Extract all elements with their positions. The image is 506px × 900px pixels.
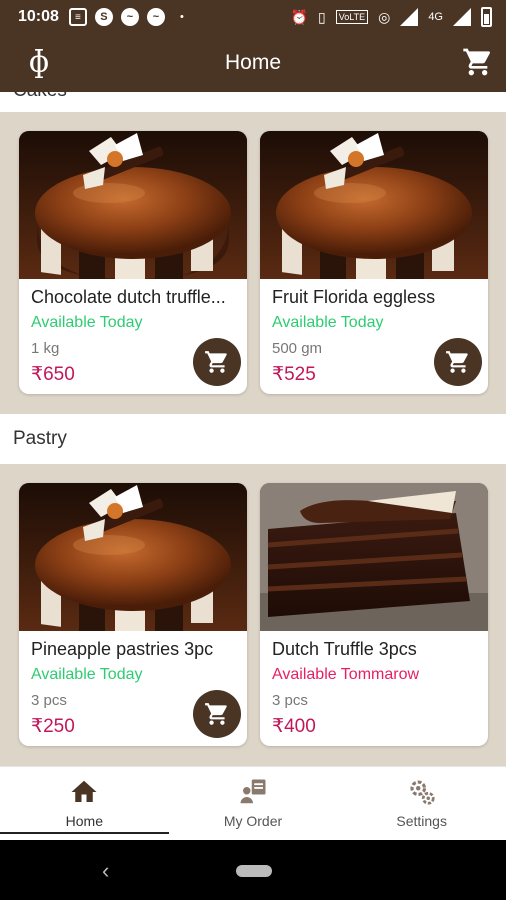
nav-label: Home	[65, 813, 104, 829]
hotspot-icon: ◎	[378, 8, 391, 25]
status-time: 10:08	[18, 8, 59, 25]
availability-label: Available Today	[31, 666, 143, 683]
notification-icon: ≡	[68, 8, 87, 26]
add-to-cart-button[interactable]	[193, 690, 241, 738]
availability-label: Available Tommarow	[272, 666, 420, 683]
section-label: Cakes	[13, 92, 67, 101]
quantity-label: 3 pcs	[31, 692, 67, 709]
status-bar: 10:08 ≡ S ~ ~ • ⏰ ▯ VoLTE ◎ 4G	[0, 0, 506, 34]
home-pill-icon[interactable]	[236, 865, 272, 877]
signal-icon-2	[453, 8, 471, 26]
cart-icon	[205, 703, 227, 725]
quantity-label: 500 gm	[272, 340, 323, 357]
nav-label: My Order	[223, 813, 283, 829]
cart-icon	[205, 351, 227, 373]
section-title-pastry: Pastry	[0, 414, 506, 464]
nav-settings[interactable]: Settings	[337, 767, 506, 840]
section-label: Pastry	[13, 428, 67, 449]
bottom-navigation: Home My Order Settings	[0, 766, 506, 840]
nav-label: Settings	[396, 813, 447, 829]
product-image	[260, 483, 488, 631]
product-card[interactable]: Dutch Truffle 3pcs Available Tommarow 3 …	[260, 483, 488, 746]
quantity-label: 3 pcs	[272, 692, 308, 709]
section-title-cakes: Cakes	[0, 92, 506, 112]
price-label: ₹650	[31, 364, 75, 385]
cart-icon[interactable]	[462, 46, 494, 78]
product-card[interactable]: Fruit Florida eggless Available Today 50…	[260, 131, 488, 394]
product-image	[260, 131, 488, 279]
add-to-cart-button[interactable]	[434, 338, 482, 386]
vibrate-icon: ▯	[318, 8, 326, 25]
product-image	[19, 483, 247, 631]
product-card[interactable]: Chocolate dutch truffle... Available Tod…	[19, 131, 247, 394]
back-icon[interactable]: ‹	[102, 858, 109, 884]
skype-icon: S	[94, 8, 113, 26]
price-label: ₹400	[272, 716, 316, 737]
product-name: Pineapple pastries 3pc	[31, 639, 214, 659]
product-image	[19, 131, 247, 279]
messenger-icon: ~	[120, 8, 139, 26]
network-type: 4G	[428, 11, 443, 23]
availability-label: Available Today	[272, 314, 384, 331]
price-label: ₹525	[272, 364, 316, 385]
settings-icon	[410, 780, 435, 805]
product-card[interactable]: Pineapple pastries 3pc Available Today 3…	[19, 483, 247, 746]
quantity-label: 1 kg	[31, 340, 60, 357]
nav-home[interactable]: Home	[0, 767, 169, 840]
messenger-icon-2: ~	[146, 8, 165, 26]
brand-logo-icon[interactable]: ɸ	[24, 44, 54, 80]
home-icon	[71, 780, 97, 802]
product-name: Fruit Florida eggless	[272, 287, 436, 307]
alarm-icon: ⏰	[290, 8, 309, 25]
volte-icon: VoLTE	[335, 10, 369, 24]
nav-my-order[interactable]: My Order	[169, 767, 338, 840]
page-title: Home	[224, 51, 282, 74]
product-name: Chocolate dutch truffle...	[31, 287, 226, 307]
availability-label: Available Today	[31, 314, 143, 331]
top-bar: 10:08 ≡ S ~ ~ • ⏰ ▯ VoLTE ◎ 4G ɸ Home	[0, 0, 506, 92]
app-bar: ɸ Home	[0, 34, 506, 92]
signal-icon	[400, 8, 419, 26]
more-notifications-icon: •	[179, 11, 184, 23]
system-navigation-bar: ‹	[0, 840, 506, 900]
price-label: ₹250	[31, 716, 75, 737]
battery-icon	[481, 7, 492, 27]
order-icon	[240, 779, 266, 804]
add-to-cart-button[interactable]	[193, 338, 241, 386]
product-name: Dutch Truffle 3pcs	[272, 639, 417, 659]
cart-icon	[446, 351, 468, 373]
